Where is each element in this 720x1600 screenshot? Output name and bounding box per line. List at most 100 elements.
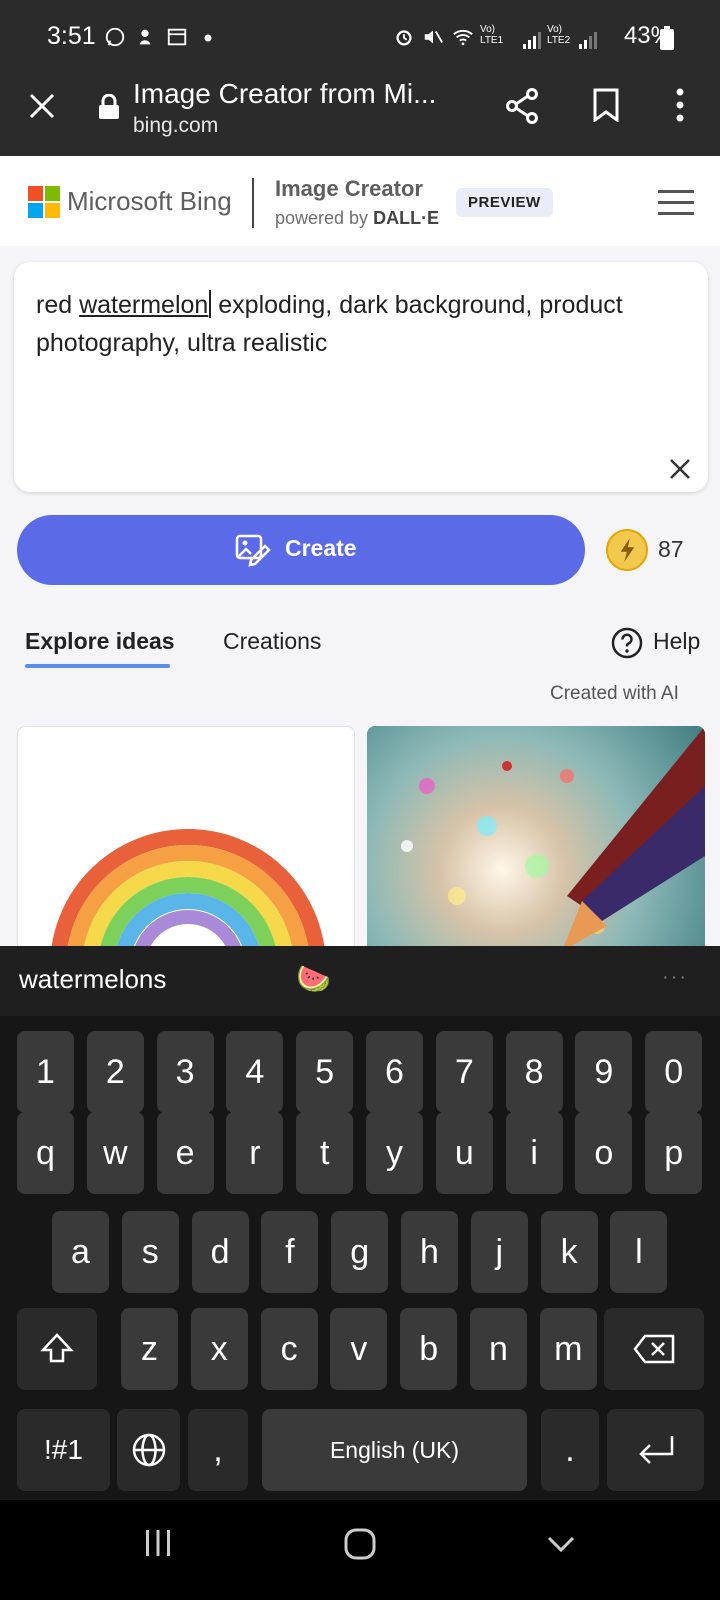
enter-icon xyxy=(638,1436,673,1464)
prompt-text-start: red xyxy=(36,291,80,319)
key-v[interactable]: v xyxy=(330,1308,388,1390)
more-vert-icon[interactable] xyxy=(675,88,685,122)
key-q[interactable]: q xyxy=(17,1112,74,1194)
boost-coin-icon[interactable] xyxy=(606,529,648,571)
prompt-text[interactable]: red watermelon exploding, dark backgroun… xyxy=(36,286,676,362)
microsoft-logo-icon[interactable] xyxy=(28,186,60,218)
hide-keyboard-icon[interactable] xyxy=(546,1534,576,1554)
enter-key[interactable] xyxy=(607,1409,704,1491)
comma-key[interactable]: , xyxy=(188,1409,248,1491)
mute-icon xyxy=(424,30,443,44)
create-image-icon xyxy=(235,534,271,567)
lock-icon xyxy=(99,94,119,119)
help-label[interactable]: Help xyxy=(653,628,700,655)
home-icon[interactable] xyxy=(343,1527,377,1561)
key-2[interactable]: 2 xyxy=(86,1031,144,1113)
shift-icon xyxy=(40,1333,74,1363)
key-a[interactable]: a xyxy=(52,1211,109,1293)
close-icon[interactable] xyxy=(28,92,56,120)
key-5[interactable]: 5 xyxy=(296,1031,354,1113)
signal-bars-2-icon xyxy=(579,32,597,49)
site-header: Microsoft Bing Image Creator powered by … xyxy=(0,156,720,246)
key-g[interactable]: g xyxy=(331,1211,389,1293)
product-title[interactable]: Image Creator xyxy=(275,176,423,202)
preview-badge: PREVIEW xyxy=(456,188,553,217)
key-x[interactable]: x xyxy=(190,1308,248,1390)
backspace-key[interactable] xyxy=(604,1308,704,1390)
wifi-icon xyxy=(453,29,473,46)
active-tab-indicator xyxy=(25,664,170,668)
key-3[interactable]: 3 xyxy=(156,1031,214,1113)
brand-name[interactable]: Microsoft Bing xyxy=(67,186,232,217)
key-8[interactable]: 8 xyxy=(505,1031,563,1113)
help-icon[interactable] xyxy=(611,627,643,659)
tab-explore-ideas[interactable]: Explore ideas xyxy=(25,628,175,655)
key-n[interactable]: n xyxy=(470,1308,527,1390)
shift-key[interactable] xyxy=(17,1308,97,1390)
rainbow-image xyxy=(51,829,325,946)
notification-app-icon xyxy=(139,29,151,45)
keyboard: 1234567890 qwertyuiop asdfghjkl zxcvbnm … xyxy=(0,1016,720,1500)
key-u[interactable]: u xyxy=(435,1112,493,1194)
key-b[interactable]: b xyxy=(400,1308,458,1390)
key-h[interactable]: h xyxy=(401,1211,458,1293)
clear-prompt-icon[interactable] xyxy=(666,455,694,483)
key-p[interactable]: p xyxy=(645,1112,703,1194)
prompt-underlined-word: watermelon xyxy=(79,291,209,319)
share-icon[interactable] xyxy=(505,88,539,124)
system-navigation-bar xyxy=(0,1500,720,1600)
page-url[interactable]: bing.com xyxy=(133,114,218,138)
key-9[interactable]: 9 xyxy=(575,1031,633,1113)
key-w[interactable]: w xyxy=(86,1112,144,1194)
key-6[interactable]: 6 xyxy=(366,1031,423,1113)
key-s[interactable]: s xyxy=(121,1211,179,1293)
key-d[interactable]: d xyxy=(191,1211,249,1293)
keyboard-suggestion-bar: watermelons 🍉 ··· xyxy=(0,946,720,1016)
idea-card-pencil[interactable] xyxy=(367,726,705,946)
key-r[interactable]: r xyxy=(226,1112,284,1194)
status-bar: 3:51 Vo) LTE1 Vo) LTE2 43% xyxy=(0,0,720,78)
key-0[interactable]: 0 xyxy=(645,1031,703,1113)
key-t[interactable]: t xyxy=(296,1112,354,1194)
suggestion-word[interactable]: watermelons xyxy=(19,964,166,995)
language-key[interactable] xyxy=(117,1409,180,1491)
globe-icon xyxy=(132,1433,165,1467)
key-f[interactable]: f xyxy=(261,1211,319,1293)
menu-icon[interactable] xyxy=(658,190,694,216)
whatsapp-icon xyxy=(105,27,125,47)
key-4[interactable]: 4 xyxy=(226,1031,284,1113)
key-o[interactable]: o xyxy=(575,1112,633,1194)
key-7[interactable]: 7 xyxy=(435,1031,493,1113)
bookmark-icon[interactable] xyxy=(593,88,619,122)
signal-bars-1-icon xyxy=(523,32,541,49)
period-key[interactable]: . xyxy=(541,1409,599,1491)
suggestion-more-icon[interactable]: ··· xyxy=(662,966,688,989)
key-c[interactable]: c xyxy=(260,1308,318,1390)
web-page: Microsoft Bing Image Creator powered by … xyxy=(0,156,720,946)
idea-card-rainbow[interactable] xyxy=(17,726,355,946)
symbols-key[interactable]: !#1 xyxy=(17,1409,110,1491)
key-y[interactable]: y xyxy=(366,1112,423,1194)
space-key[interactable]: English (UK) xyxy=(262,1409,527,1491)
page-title[interactable]: Image Creator from Mi... xyxy=(133,78,436,110)
pencil-sparkle-image xyxy=(401,726,705,946)
create-label: Create xyxy=(285,535,357,561)
key-m[interactable]: m xyxy=(539,1308,597,1390)
powered-by-text: powered by xyxy=(275,208,369,228)
key-k[interactable]: k xyxy=(540,1211,598,1293)
recent-apps-icon[interactable] xyxy=(143,1528,173,1558)
key-e[interactable]: e xyxy=(156,1112,214,1194)
prompt-input[interactable]: red watermelon exploding, dark backgroun… xyxy=(14,262,708,492)
created-with-ai-label: Created with AI xyxy=(550,683,679,704)
key-i[interactable]: i xyxy=(505,1112,563,1194)
powered-by-brand: DALL·E xyxy=(373,208,440,228)
tab-creations[interactable]: Creations xyxy=(223,628,321,655)
header-divider xyxy=(252,178,254,228)
key-1[interactable]: 1 xyxy=(17,1031,74,1113)
key-j[interactable]: j xyxy=(470,1211,528,1293)
more-notifications-dot-icon xyxy=(204,34,212,42)
create-button[interactable]: Create xyxy=(17,515,585,585)
suggestion-emoji[interactable]: 🍉 xyxy=(296,962,331,995)
key-z[interactable]: z xyxy=(121,1308,178,1390)
key-l[interactable]: l xyxy=(610,1211,668,1293)
